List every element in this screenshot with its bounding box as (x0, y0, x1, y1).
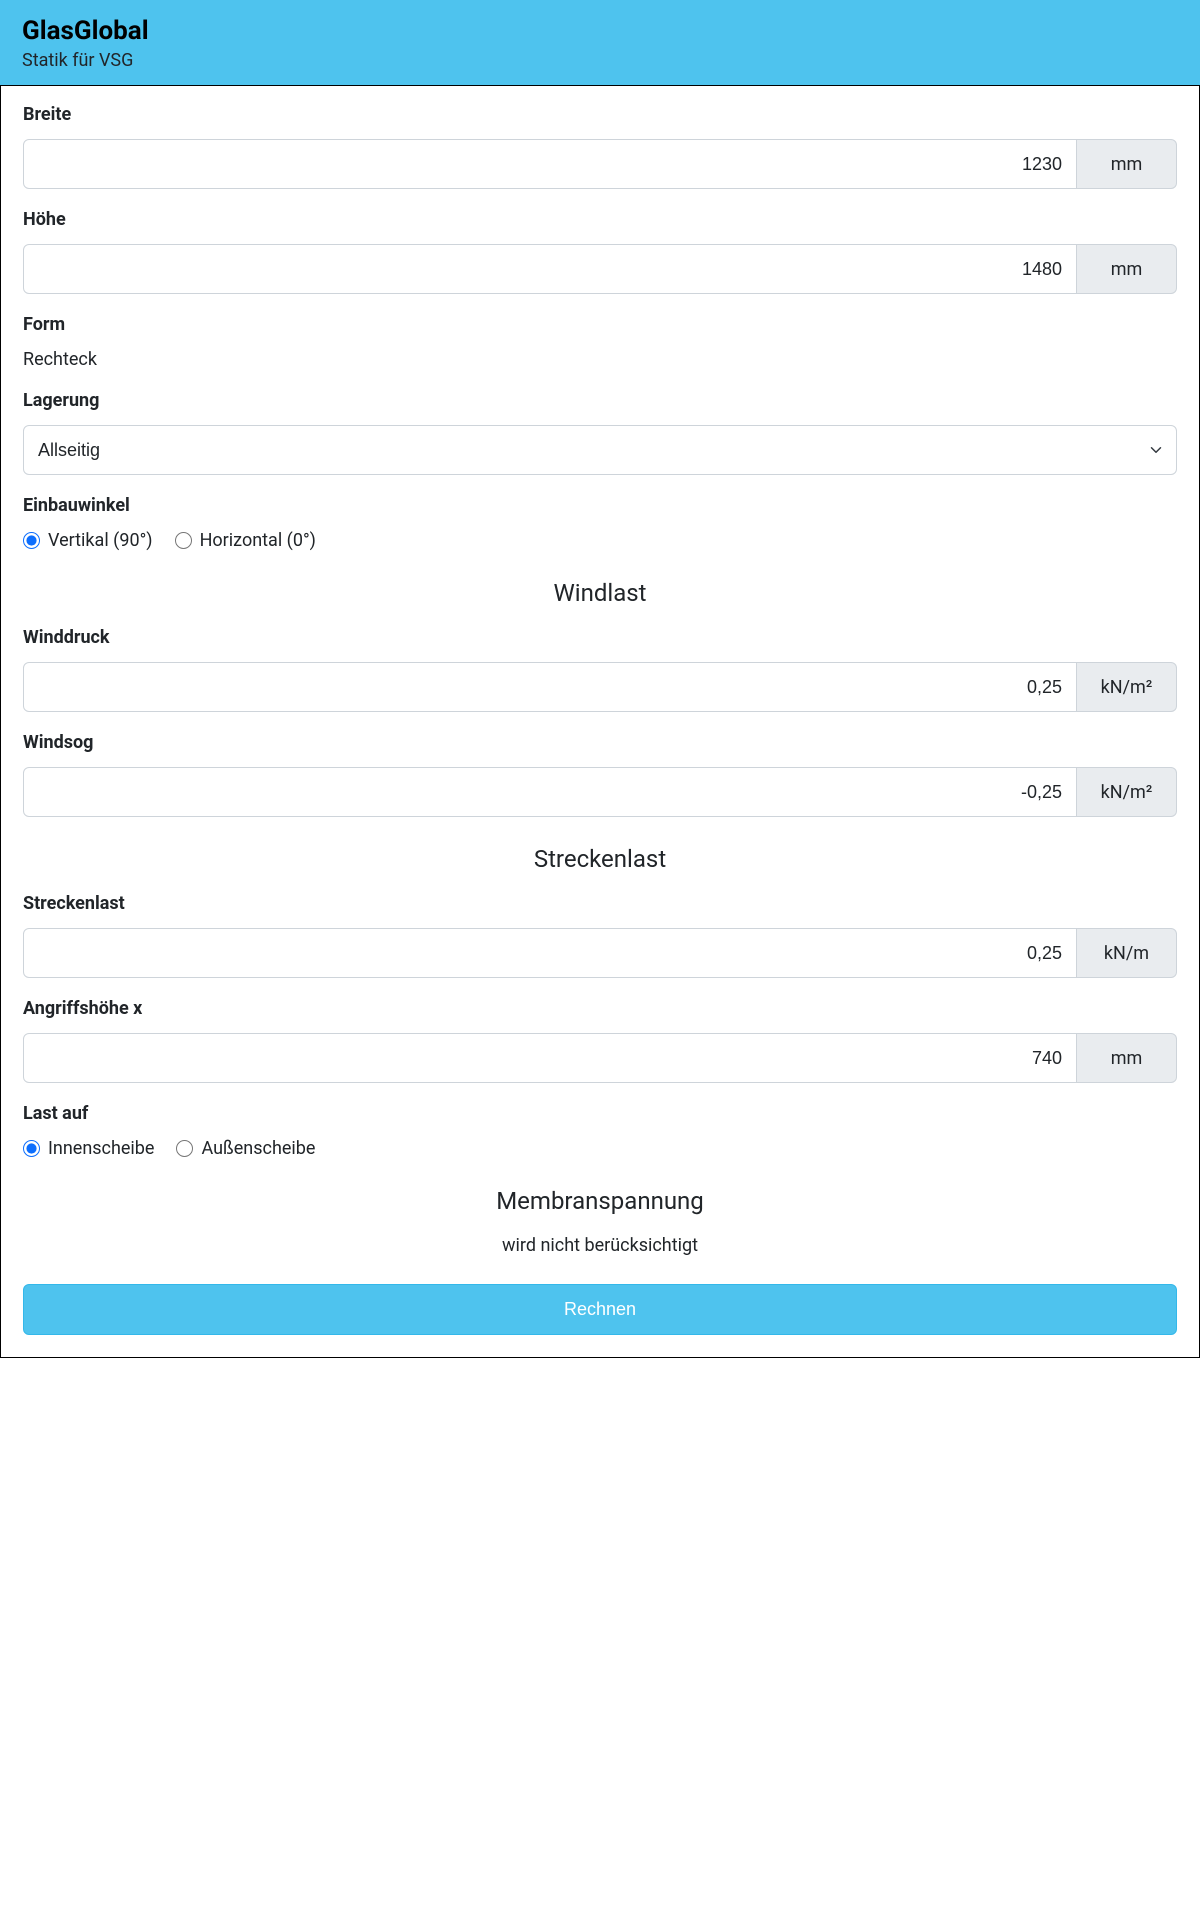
label-streckenlast: Streckenlast (23, 893, 1177, 914)
input-hoehe[interactable] (23, 244, 1077, 294)
input-angriffshoehe[interactable] (23, 1033, 1077, 1083)
radio-aussenscheibe[interactable] (176, 1140, 193, 1157)
input-group-hoehe: mm (23, 244, 1177, 294)
label-last-auf: Last auf (23, 1103, 1177, 1124)
input-windsog[interactable] (23, 767, 1077, 817)
unit-angriffshoehe: mm (1077, 1033, 1177, 1083)
radio-label-innenscheibe[interactable]: Innenscheibe (48, 1138, 154, 1159)
input-winddruck[interactable] (23, 662, 1077, 712)
radio-innenscheibe[interactable] (23, 1140, 40, 1157)
radio-item-vertikal: Vertikal (90°) (23, 530, 153, 551)
field-lagerung: Lagerung Allseitig (23, 390, 1177, 475)
field-last-auf: Last auf Innenscheibe Außenscheibe (23, 1103, 1177, 1159)
heading-streckenlast: Streckenlast (23, 845, 1177, 873)
field-windsog: Windsog kN/m² (23, 732, 1177, 817)
heading-windlast: Windlast (23, 579, 1177, 607)
radio-vertikal[interactable] (23, 532, 40, 549)
field-form: Form Rechteck (23, 314, 1177, 370)
field-hoehe: Höhe mm (23, 209, 1177, 294)
radio-label-aussenscheibe[interactable]: Außenscheibe (201, 1138, 315, 1159)
input-group-winddruck: kN/m² (23, 662, 1177, 712)
label-breite: Breite (23, 104, 1177, 125)
input-group-windsog: kN/m² (23, 767, 1177, 817)
field-einbauwinkel: Einbauwinkel Vertikal (90°) Horizontal (… (23, 495, 1177, 551)
unit-hoehe: mm (1077, 244, 1177, 294)
value-form: Rechteck (23, 349, 1177, 370)
input-group-breite: mm (23, 139, 1177, 189)
app-header: GlasGlobal Statik für VSG (0, 0, 1200, 85)
label-hoehe: Höhe (23, 209, 1177, 230)
unit-windsog: kN/m² (1077, 767, 1177, 817)
unit-streckenlast: kN/m (1077, 928, 1177, 978)
field-angriffshoehe: Angriffshöhe x mm (23, 998, 1177, 1083)
unit-winddruck: kN/m² (1077, 662, 1177, 712)
app-title: GlasGlobal (22, 16, 1178, 46)
select-lagerung[interactable]: Allseitig (23, 425, 1177, 475)
input-breite[interactable] (23, 139, 1077, 189)
radio-label-vertikal[interactable]: Vertikal (90°) (48, 530, 153, 551)
label-einbauwinkel: Einbauwinkel (23, 495, 1177, 516)
info-membranspannung: wird nicht berücksichtigt (23, 1235, 1177, 1256)
radio-row-einbauwinkel: Vertikal (90°) Horizontal (0°) (23, 530, 1177, 551)
radio-horizontal[interactable] (175, 532, 192, 549)
label-form: Form (23, 314, 1177, 335)
input-group-angriffshoehe: mm (23, 1033, 1177, 1083)
radio-item-aussen: Außenscheibe (176, 1138, 315, 1159)
label-windsog: Windsog (23, 732, 1177, 753)
radio-row-last-auf: Innenscheibe Außenscheibe (23, 1138, 1177, 1159)
submit-button[interactable]: Rechnen (23, 1284, 1177, 1335)
label-lagerung: Lagerung (23, 390, 1177, 411)
radio-item-horizontal: Horizontal (0°) (175, 530, 316, 551)
form-container: Breite mm Höhe mm Form Rechteck Lagerung… (0, 85, 1200, 1358)
input-group-streckenlast: kN/m (23, 928, 1177, 978)
radio-label-horizontal[interactable]: Horizontal (0°) (200, 530, 316, 551)
unit-breite: mm (1077, 139, 1177, 189)
heading-membranspannung: Membranspannung (23, 1187, 1177, 1215)
radio-item-innen: Innenscheibe (23, 1138, 154, 1159)
app-subtitle: Statik für VSG (22, 50, 1178, 71)
field-streckenlast: Streckenlast kN/m (23, 893, 1177, 978)
label-angriffshoehe: Angriffshöhe x (23, 998, 1177, 1019)
label-winddruck: Winddruck (23, 627, 1177, 648)
input-streckenlast[interactable] (23, 928, 1077, 978)
field-breite: Breite mm (23, 104, 1177, 189)
field-winddruck: Winddruck kN/m² (23, 627, 1177, 712)
